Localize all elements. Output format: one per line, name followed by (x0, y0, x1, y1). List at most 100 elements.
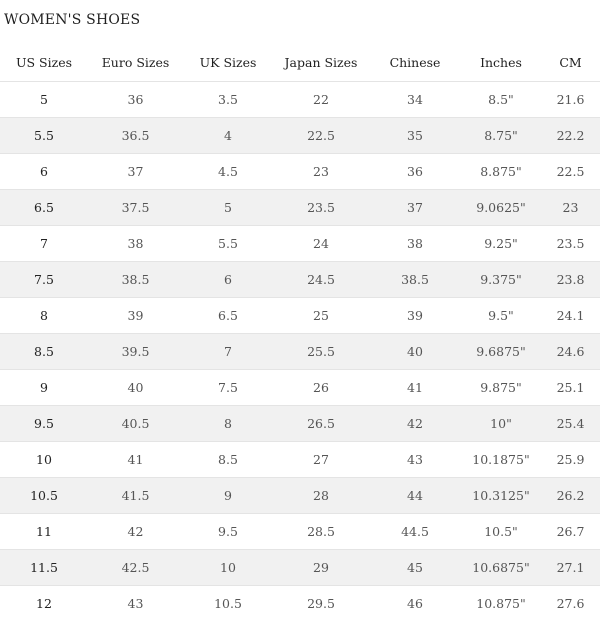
uk-size-cell: 5 (183, 190, 273, 226)
euro-size-cell: 36.5 (88, 118, 183, 154)
euro-size-cell: 40 (88, 370, 183, 406)
uk-size-cell: 10 (183, 550, 273, 586)
euro-size-cell: 42 (88, 514, 183, 550)
cm-cell: 27.1 (541, 550, 600, 586)
japan-size-cell: 23 (273, 154, 369, 190)
us-size-cell: 8 (0, 298, 88, 334)
table-row: 7385.524389.25"23.5 (0, 226, 600, 262)
table-row: 8.539.5725.5409.6875"24.6 (0, 334, 600, 370)
chinese-size-cell: 42 (369, 406, 461, 442)
euro-size-cell: 38.5 (88, 262, 183, 298)
uk-size-cell: 6 (183, 262, 273, 298)
chinese-size-cell: 34 (369, 82, 461, 118)
inches-cell: 10.875" (461, 586, 541, 620)
us-size-cell: 5 (0, 82, 88, 118)
table-row: 11429.528.544.510.5"26.7 (0, 514, 600, 550)
table-row: 10.541.59284410.3125"26.2 (0, 478, 600, 514)
japan-size-cell: 24 (273, 226, 369, 262)
euro-size-cell: 38 (88, 226, 183, 262)
japan-size-cell: 26 (273, 370, 369, 406)
japan-size-cell: 26.5 (273, 406, 369, 442)
column-header-us-sizes: US Sizes (0, 43, 88, 82)
euro-size-cell: 40.5 (88, 406, 183, 442)
us-size-cell: 11.5 (0, 550, 88, 586)
japan-size-cell: 23.5 (273, 190, 369, 226)
chinese-size-cell: 46 (369, 586, 461, 620)
uk-size-cell: 5.5 (183, 226, 273, 262)
inches-cell: 9.5" (461, 298, 541, 334)
cm-cell: 25.4 (541, 406, 600, 442)
us-size-cell: 7.5 (0, 262, 88, 298)
uk-size-cell: 8.5 (183, 442, 273, 478)
table-row: 5363.522348.5"21.6 (0, 82, 600, 118)
japan-size-cell: 28.5 (273, 514, 369, 550)
inches-cell: 10.1875" (461, 442, 541, 478)
chinese-size-cell: 40 (369, 334, 461, 370)
chinese-size-cell: 44.5 (369, 514, 461, 550)
inches-cell: 10.3125" (461, 478, 541, 514)
inches-cell: 9.25" (461, 226, 541, 262)
table-row: 9.540.5826.54210"25.4 (0, 406, 600, 442)
cm-cell: 23.8 (541, 262, 600, 298)
chinese-size-cell: 41 (369, 370, 461, 406)
euro-size-cell: 42.5 (88, 550, 183, 586)
japan-size-cell: 28 (273, 478, 369, 514)
chinese-size-cell: 38.5 (369, 262, 461, 298)
uk-size-cell: 9.5 (183, 514, 273, 550)
inches-cell: 9.375" (461, 262, 541, 298)
cm-cell: 27.6 (541, 586, 600, 620)
cm-cell: 24.6 (541, 334, 600, 370)
chinese-size-cell: 45 (369, 550, 461, 586)
uk-size-cell: 7 (183, 334, 273, 370)
table-row: 9407.526419.875"25.1 (0, 370, 600, 406)
table-row: 8396.525399.5"24.1 (0, 298, 600, 334)
euro-size-cell: 43 (88, 586, 183, 620)
inches-cell: 10.6875" (461, 550, 541, 586)
us-size-cell: 6.5 (0, 190, 88, 226)
table-row: 10418.5274310.1875"25.9 (0, 442, 600, 478)
chinese-size-cell: 37 (369, 190, 461, 226)
cm-cell: 23.5 (541, 226, 600, 262)
euro-size-cell: 37.5 (88, 190, 183, 226)
inches-cell: 9.0625" (461, 190, 541, 226)
column-header-euro-sizes: Euro Sizes (88, 43, 183, 82)
inches-cell: 10" (461, 406, 541, 442)
inches-cell: 9.6875" (461, 334, 541, 370)
us-size-cell: 9 (0, 370, 88, 406)
table-row: 5.536.5422.5358.75"22.2 (0, 118, 600, 154)
size-chart-table: US Sizes Euro Sizes UK Sizes Japan Sizes… (0, 43, 600, 620)
us-size-cell: 5.5 (0, 118, 88, 154)
euro-size-cell: 36 (88, 82, 183, 118)
chinese-size-cell: 43 (369, 442, 461, 478)
uk-size-cell: 4 (183, 118, 273, 154)
cm-cell: 21.6 (541, 82, 600, 118)
euro-size-cell: 37 (88, 154, 183, 190)
us-size-cell: 8.5 (0, 334, 88, 370)
euro-size-cell: 39.5 (88, 334, 183, 370)
cm-cell: 25.9 (541, 442, 600, 478)
inches-cell: 8.875" (461, 154, 541, 190)
inches-cell: 8.75" (461, 118, 541, 154)
us-size-cell: 6 (0, 154, 88, 190)
chinese-size-cell: 39 (369, 298, 461, 334)
us-size-cell: 10 (0, 442, 88, 478)
uk-size-cell: 4.5 (183, 154, 273, 190)
column-header-japan-sizes: Japan Sizes (273, 43, 369, 82)
japan-size-cell: 25 (273, 298, 369, 334)
japan-size-cell: 25.5 (273, 334, 369, 370)
cm-cell: 26.7 (541, 514, 600, 550)
table-row: 6374.523368.875"22.5 (0, 154, 600, 190)
page-title: WOMEN'S SHOES (4, 12, 140, 28)
cm-cell: 22.2 (541, 118, 600, 154)
column-header-chinese: Chinese (369, 43, 461, 82)
column-header-cm: CM (541, 43, 600, 82)
chinese-size-cell: 38 (369, 226, 461, 262)
us-size-cell: 10.5 (0, 478, 88, 514)
chinese-size-cell: 44 (369, 478, 461, 514)
chinese-size-cell: 36 (369, 154, 461, 190)
us-size-cell: 7 (0, 226, 88, 262)
euro-size-cell: 41.5 (88, 478, 183, 514)
japan-size-cell: 29.5 (273, 586, 369, 620)
table-row: 11.542.510294510.6875"27.1 (0, 550, 600, 586)
uk-size-cell: 10.5 (183, 586, 273, 620)
